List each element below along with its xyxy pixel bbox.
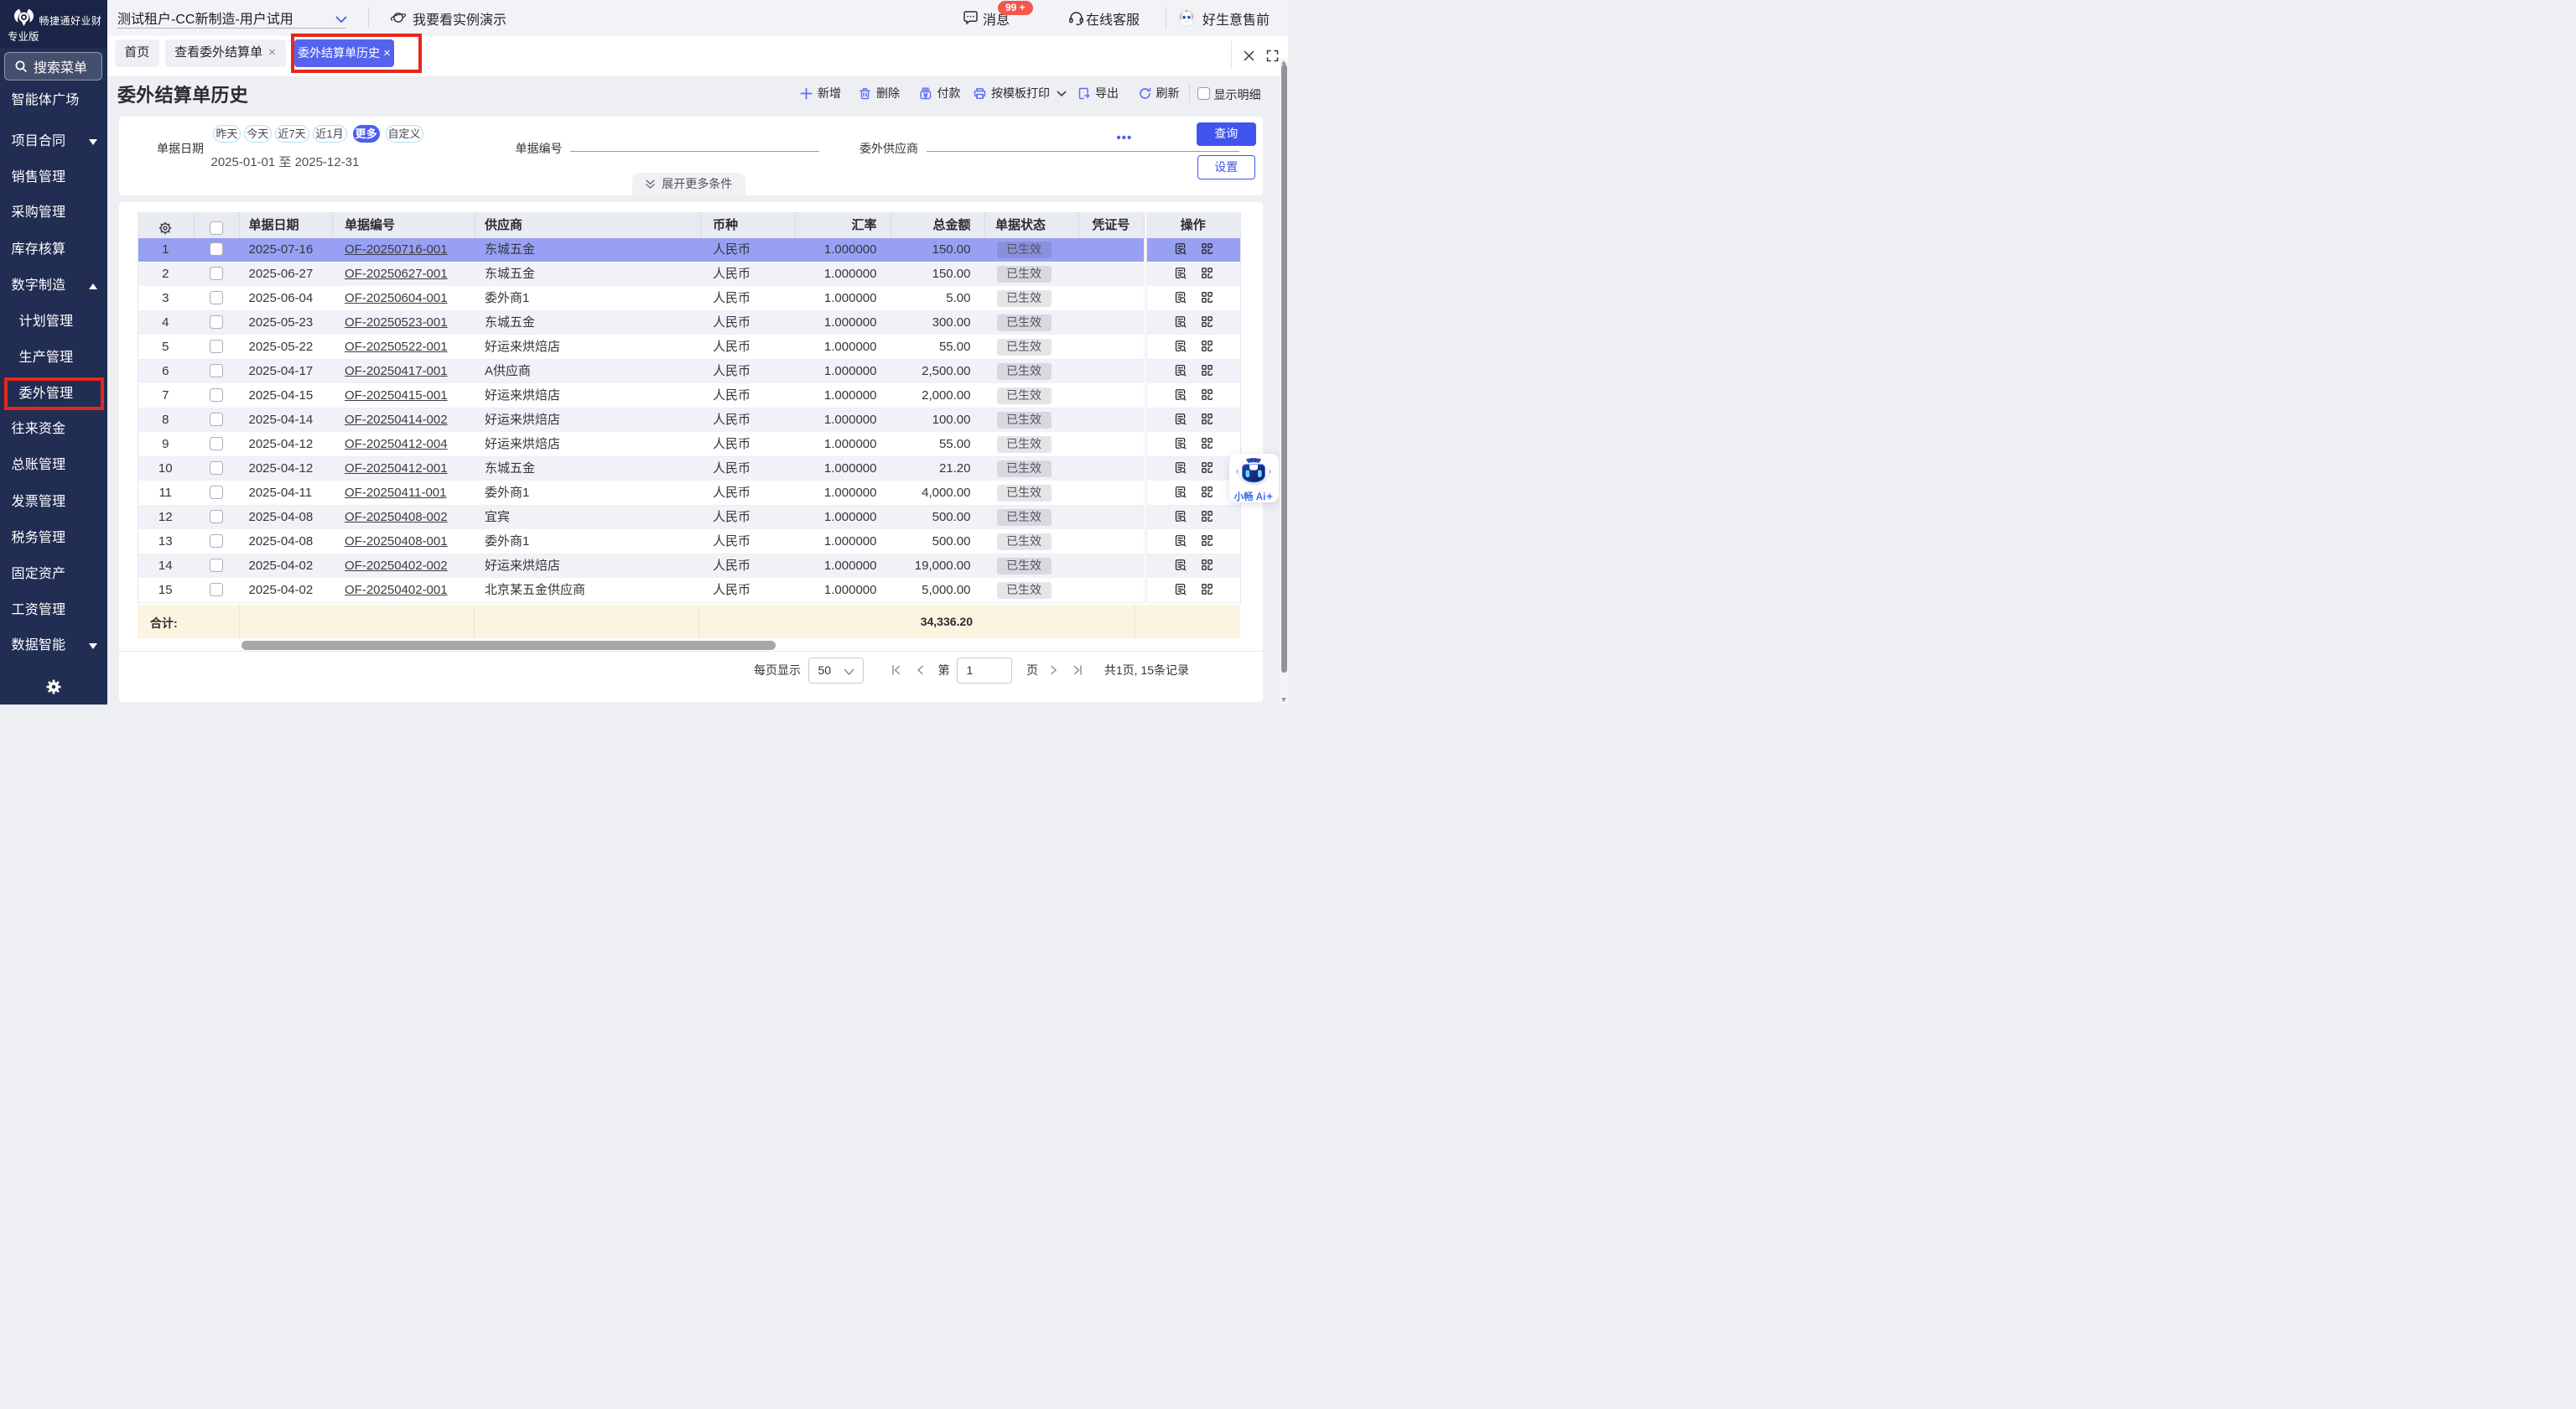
svg-text:C: C: [1253, 459, 1255, 462]
